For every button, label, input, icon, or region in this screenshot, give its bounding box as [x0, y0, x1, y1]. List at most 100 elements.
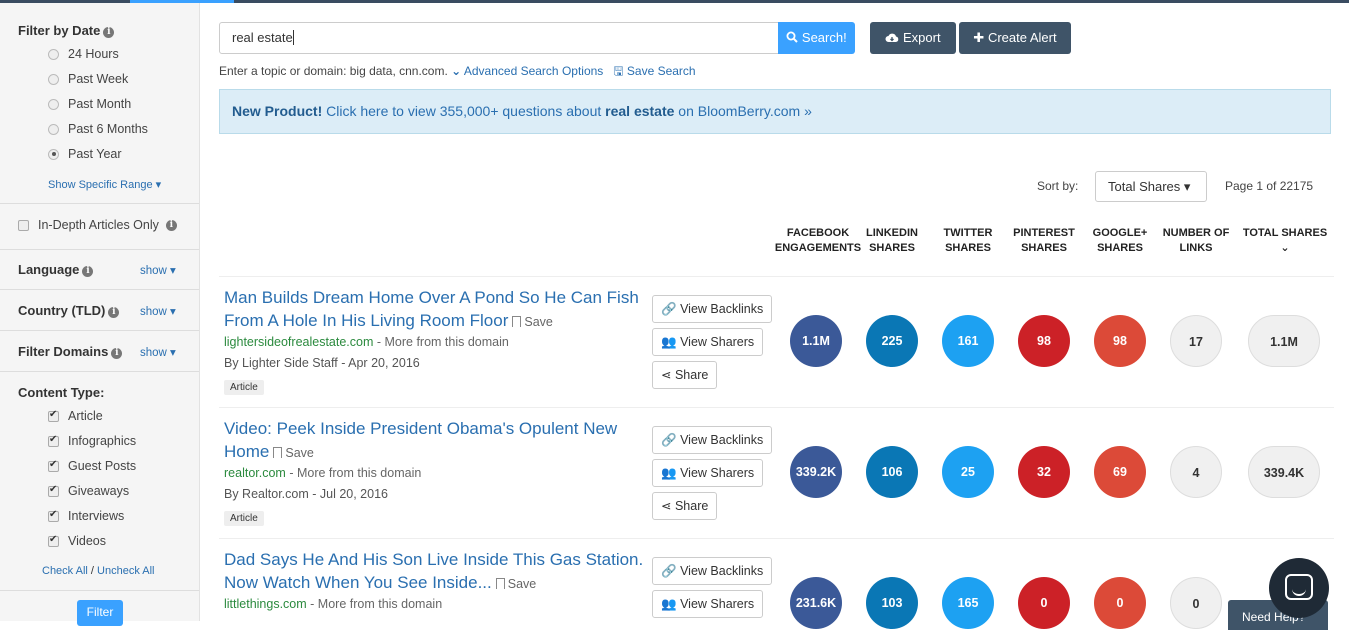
radio-button[interactable]	[48, 48, 59, 60]
bookmark-icon	[495, 578, 505, 589]
language-show-toggle[interactable]: show ▾	[140, 263, 176, 277]
radio-past-6-months[interactable]: Past 6 Months	[48, 120, 148, 138]
total-shares-count: 1.1M	[1248, 315, 1320, 367]
checkbox-checked[interactable]	[48, 509, 59, 522]
domain-link[interactable]: lightersideofrealestate.com	[224, 335, 373, 349]
info-icon[interactable]: i	[82, 266, 94, 277]
check-all-link[interactable]: Check All	[42, 565, 88, 577]
save-link[interactable]: Save	[492, 577, 536, 591]
radio-button[interactable]	[48, 123, 59, 135]
checkbox-label: Infographics	[68, 434, 137, 448]
result-title[interactable]: Video: Peek Inside President Obama's Opu…	[224, 417, 644, 465]
in-depth-label: In-Depth Articles Only	[38, 218, 159, 232]
radio-button-selected[interactable]	[48, 148, 59, 160]
pinterest-count: 98	[1018, 315, 1070, 367]
info-icon[interactable]: i	[108, 307, 120, 318]
info-icon[interactable]: i	[165, 219, 177, 231]
more-from-domain-link[interactable]: - More from this domain	[373, 335, 509, 349]
new-product-banner[interactable]: New Product! Click here to view 355,000+…	[219, 89, 1331, 134]
links-count[interactable]: 17	[1170, 315, 1222, 367]
divider	[0, 371, 199, 372]
more-from-domain-link[interactable]: - More from this domain	[307, 597, 442, 611]
result-title[interactable]: Dad Says He And His Son Live Inside This…	[224, 548, 644, 596]
column-total-shares[interactable]: TOTAL SHARES ⌄	[1237, 226, 1333, 256]
view-sharers-button[interactable]: 👥 View Sharers	[652, 590, 764, 618]
checkbox-checked[interactable]	[48, 534, 59, 547]
checkbox[interactable]	[18, 219, 29, 231]
create-alert-button[interactable]: ✚ Create Alert	[959, 22, 1071, 54]
in-depth-checkbox-row[interactable]: In-Depth Articles Only i	[18, 216, 177, 234]
checkbox-guest-posts[interactable]: Guest Posts	[48, 457, 136, 475]
share-icon: ⋖	[661, 499, 672, 513]
info-icon[interactable]: i	[111, 348, 123, 359]
language-heading: Language i	[18, 262, 94, 277]
view-backlinks-button[interactable]: 🔗 View Backlinks	[652, 557, 773, 585]
checkbox-article[interactable]: Article	[48, 407, 103, 425]
links-count[interactable]: 0	[1170, 577, 1222, 629]
radio-past-year[interactable]: Past Year	[48, 145, 122, 163]
search-button[interactable]: Search!	[778, 22, 855, 54]
result-byline: By Realtor.com - Jul 20, 2016	[224, 487, 388, 501]
checkbox-checked[interactable]	[48, 409, 59, 422]
export-button[interactable]: Export	[870, 22, 956, 54]
checkbox-interviews[interactable]: Interviews	[48, 507, 124, 525]
users-icon: 👥	[661, 466, 677, 480]
show-specific-range-link[interactable]: Show Specific Range ▾	[48, 178, 161, 191]
uncheck-all-link[interactable]: Uncheck All	[97, 565, 154, 577]
info-icon[interactable]: i	[103, 27, 115, 38]
chat-launcher-button[interactable]	[1269, 558, 1329, 618]
save-link[interactable]: Save	[508, 315, 553, 329]
filter-button[interactable]: Filter	[77, 600, 123, 626]
facebook-count: 339.2K	[790, 446, 842, 498]
content-type-badge: Article	[224, 380, 264, 395]
total-shares-count: 339.4K	[1248, 446, 1320, 498]
radio-label: Past Year	[68, 147, 122, 161]
share-icon: ⋖	[661, 368, 672, 382]
result-title-link[interactable]: Dad Says He And His Son Live Inside This…	[224, 550, 643, 592]
save-link[interactable]: Save	[269, 446, 314, 460]
share-button[interactable]: ⋖ Share	[652, 361, 718, 389]
radio-past-month[interactable]: Past Month	[48, 95, 131, 113]
column-links[interactable]: NUMBER OF LINKS	[1151, 226, 1241, 256]
chevron-down-icon: ⌄	[451, 64, 462, 78]
view-backlinks-button[interactable]: 🔗 View Backlinks	[652, 426, 773, 454]
checkbox-videos[interactable]: Videos	[48, 532, 106, 550]
advanced-search-link[interactable]: ⌄ Advanced Search Options	[451, 64, 603, 78]
hint-text: Enter a topic or domain: big data, cnn.c…	[219, 64, 448, 78]
linkedin-count: 225	[866, 315, 918, 367]
filter-by-date-heading: Filter by Date i	[18, 23, 115, 38]
checkbox-checked[interactable]	[48, 459, 59, 472]
radio-past-week[interactable]: Past Week	[48, 70, 128, 88]
links-count[interactable]: 4	[1170, 446, 1222, 498]
checkbox-checked[interactable]	[48, 434, 59, 447]
users-icon: 👥	[661, 597, 677, 611]
country-show-toggle[interactable]: show ▾	[140, 304, 176, 318]
search-input[interactable]: real estate	[219, 22, 779, 54]
twitter-count: 25	[942, 446, 994, 498]
view-sharers-button[interactable]: 👥 View Sharers	[652, 328, 764, 356]
radio-button[interactable]	[48, 73, 59, 85]
sort-dropdown[interactable]: Total Shares ▾	[1095, 171, 1207, 202]
filter-domains-show-toggle[interactable]: show ▾	[140, 345, 176, 359]
googleplus-count: 69	[1094, 446, 1146, 498]
result-title-link[interactable]: Man Builds Dream Home Over A Pond So He …	[224, 288, 639, 330]
save-search-link[interactable]: 🖫 Save Search	[613, 64, 695, 78]
view-backlinks-button[interactable]: 🔗 View Backlinks	[652, 295, 773, 323]
checkbox-checked[interactable]	[48, 484, 59, 497]
divider	[0, 289, 199, 290]
domain-link[interactable]: realtor.com	[224, 466, 286, 480]
checkbox-infographics[interactable]: Infographics	[48, 432, 136, 450]
facebook-count: 1.1M	[790, 315, 842, 367]
more-from-domain-link[interactable]: - More from this domain	[286, 466, 421, 480]
divider	[0, 203, 199, 204]
radio-24-hours[interactable]: 24 Hours	[48, 45, 119, 63]
radio-button[interactable]	[48, 98, 59, 110]
checkbox-giveaways[interactable]: Giveaways	[48, 482, 129, 500]
save-icon: 🖫	[613, 64, 624, 78]
radio-label: Past Month	[68, 97, 132, 111]
domain-link[interactable]: littlethings.com	[224, 597, 307, 611]
sort-label: Sort by:	[1037, 179, 1079, 193]
result-title[interactable]: Man Builds Dream Home Over A Pond So He …	[224, 286, 644, 334]
view-sharers-button[interactable]: 👥 View Sharers	[652, 459, 764, 487]
share-button[interactable]: ⋖ Share	[652, 492, 718, 520]
